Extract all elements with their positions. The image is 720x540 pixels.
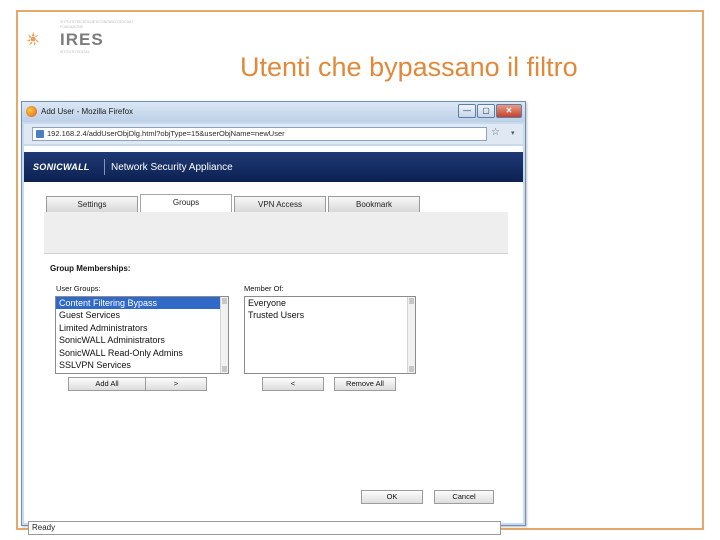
logo-line-1: ISTITUTO RICERCHE ECONOMICO SOCIALI bbox=[60, 20, 133, 24]
maximize-button[interactable]: ▢ bbox=[477, 104, 495, 118]
list-item-sonicwall-administrators[interactable]: SonicWALL Administrators bbox=[56, 334, 228, 346]
site-identity-icon[interactable] bbox=[36, 130, 44, 138]
tab-bar: Settings Groups VPN Access Bookmark bbox=[44, 194, 508, 212]
remove-all-button[interactable]: Remove All bbox=[334, 377, 396, 391]
close-button[interactable]: ✕ bbox=[496, 104, 522, 118]
list-item-everyone[interactable]: Everyone bbox=[245, 297, 415, 309]
cancel-button[interactable]: Cancel bbox=[434, 490, 494, 504]
user-groups-label: User Groups: bbox=[56, 284, 101, 293]
list-item-guest-services[interactable]: Guest Services bbox=[56, 309, 228, 321]
address-bar: 192.168.2.4/addUserObjDlg.html?objType=1… bbox=[24, 124, 523, 144]
tab-settings[interactable]: Settings bbox=[46, 196, 138, 212]
status-bar: Ready bbox=[28, 521, 501, 535]
move-right-button[interactable]: > bbox=[145, 377, 207, 391]
logo-line-2: FONDAZIONE bbox=[60, 25, 83, 29]
list-item-limited-administrators[interactable]: Limited Administrators bbox=[56, 322, 228, 334]
list-item-content-filtering-bypass[interactable]: Content Filtering Bypass bbox=[56, 297, 228, 310]
tab-bookmark[interactable]: Bookmark bbox=[328, 196, 420, 212]
tab-groups[interactable]: Groups bbox=[140, 194, 232, 212]
logo-line-3: ISTITUTO SOCIAL bbox=[60, 50, 90, 54]
browser-window: Add User - Mozilla Firefox — ▢ ✕ 192.168… bbox=[21, 101, 526, 535]
list-item-sonicwall-read-only-admins[interactable]: SonicWALL Read-Only Admins bbox=[56, 347, 228, 359]
sonicwall-banner: SONICWALL Network Security Appliance bbox=[24, 152, 523, 182]
group-memberships-heading: Group Memberships: bbox=[50, 264, 131, 273]
logo-brand: IRES bbox=[60, 30, 104, 49]
bookmark-star-icon[interactable]: ☆ bbox=[491, 127, 500, 138]
window-title: Add User - Mozilla Firefox bbox=[41, 107, 134, 116]
url-dropdown-icon[interactable]: ▾ bbox=[511, 129, 515, 137]
product-title: Network Security Appliance bbox=[111, 162, 233, 173]
user-groups-list[interactable]: Content Filtering Bypass Guest Services … bbox=[55, 296, 229, 374]
slide-title: Utenti che bypassano il filtro bbox=[240, 52, 578, 82]
tab-panel-header bbox=[44, 212, 508, 254]
member-of-scrollbar[interactable] bbox=[407, 297, 415, 373]
add-all-button[interactable]: Add All bbox=[68, 377, 146, 391]
member-of-list[interactable]: Everyone Trusted Users bbox=[244, 296, 416, 374]
url-input[interactable]: 192.168.2.4/addUserObjDlg.html?objType=1… bbox=[32, 127, 487, 141]
firefox-icon bbox=[26, 106, 37, 117]
sun-logo-icon bbox=[26, 31, 40, 47]
member-of-label: Member Of: bbox=[244, 284, 284, 293]
tab-vpn-access[interactable]: VPN Access bbox=[234, 196, 326, 212]
ok-button[interactable]: OK bbox=[361, 490, 423, 504]
list-item-trusted-users[interactable]: Trusted Users bbox=[245, 309, 415, 321]
user-groups-scrollbar[interactable] bbox=[220, 297, 228, 373]
banner-divider bbox=[104, 159, 105, 175]
sonicwall-logo: SONICWALL bbox=[33, 162, 90, 172]
list-item-sslvpn-services[interactable]: SSLVPN Services bbox=[56, 359, 228, 371]
window-titlebar[interactable]: Add User - Mozilla Firefox — ▢ ✕ bbox=[22, 102, 525, 122]
page-content: SONICWALL Network Security Appliance Set… bbox=[24, 146, 523, 523]
minimize-button[interactable]: — bbox=[458, 104, 476, 118]
move-left-button[interactable]: < bbox=[262, 377, 324, 391]
